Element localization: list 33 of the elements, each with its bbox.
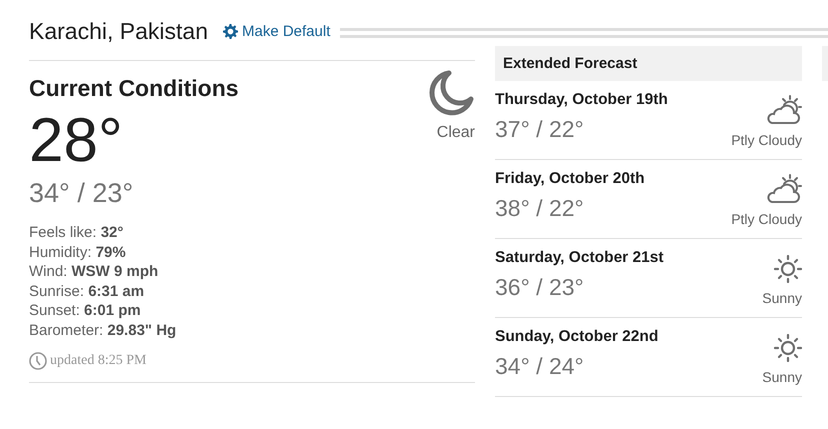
- partly-cloudy-icon: [766, 95, 802, 125]
- high-low-temperature: 34° / 24°: [495, 353, 585, 380]
- weather-detail: Sunset: 6:01 pm: [29, 301, 142, 320]
- weather-detail: Humidity: 79%: [29, 242, 127, 262]
- condition-label: Sunny: [762, 290, 802, 306]
- high-low-temperature: 36° / 23°: [495, 274, 585, 301]
- condition-label: Ptly Cloudy: [731, 132, 802, 148]
- location-title: Karachi, Pakistan: [29, 18, 208, 44]
- moon-icon: [427, 69, 475, 117]
- high-low-temperature: 37° / 22°: [495, 116, 585, 143]
- forecast-date: Thursday, October 19th: [495, 91, 668, 109]
- section-heading: Current Conditions: [29, 75, 239, 102]
- weather-detail: Sunrise: 6:31 am: [29, 282, 146, 301]
- partly-cloudy-icon: [766, 174, 802, 204]
- make-default-link[interactable]: Make Default: [222, 22, 330, 40]
- condition-label: Sunny: [762, 369, 802, 385]
- sun-icon: [774, 334, 802, 362]
- section-heading: Extended Forecast: [495, 46, 802, 81]
- forecast-date: Sunday, October 22nd: [495, 328, 658, 346]
- high-low-temperature: 38° / 22°: [495, 195, 585, 222]
- sun-icon: [774, 255, 802, 283]
- clock-icon: [29, 352, 47, 370]
- weather-detail: Feels like: 32°: [29, 223, 124, 242]
- high-low-temperature: 34° / 23°: [29, 178, 134, 209]
- condition-label: Clear: [436, 124, 475, 142]
- weather-detail: Wind: WSW 9 mph: [29, 262, 160, 282]
- forecast-date: Saturday, October 21st: [495, 249, 664, 267]
- current-temperature: 28°: [29, 110, 124, 172]
- weather-detail: Barometer: 29.83" Hg: [29, 320, 178, 340]
- forecast-date: Friday, October 20th: [495, 170, 645, 188]
- condition-label: Ptly Cloudy: [731, 211, 802, 227]
- settings-icon: [222, 24, 238, 38]
- updated-time: updated 8:25 PM: [50, 353, 146, 369]
